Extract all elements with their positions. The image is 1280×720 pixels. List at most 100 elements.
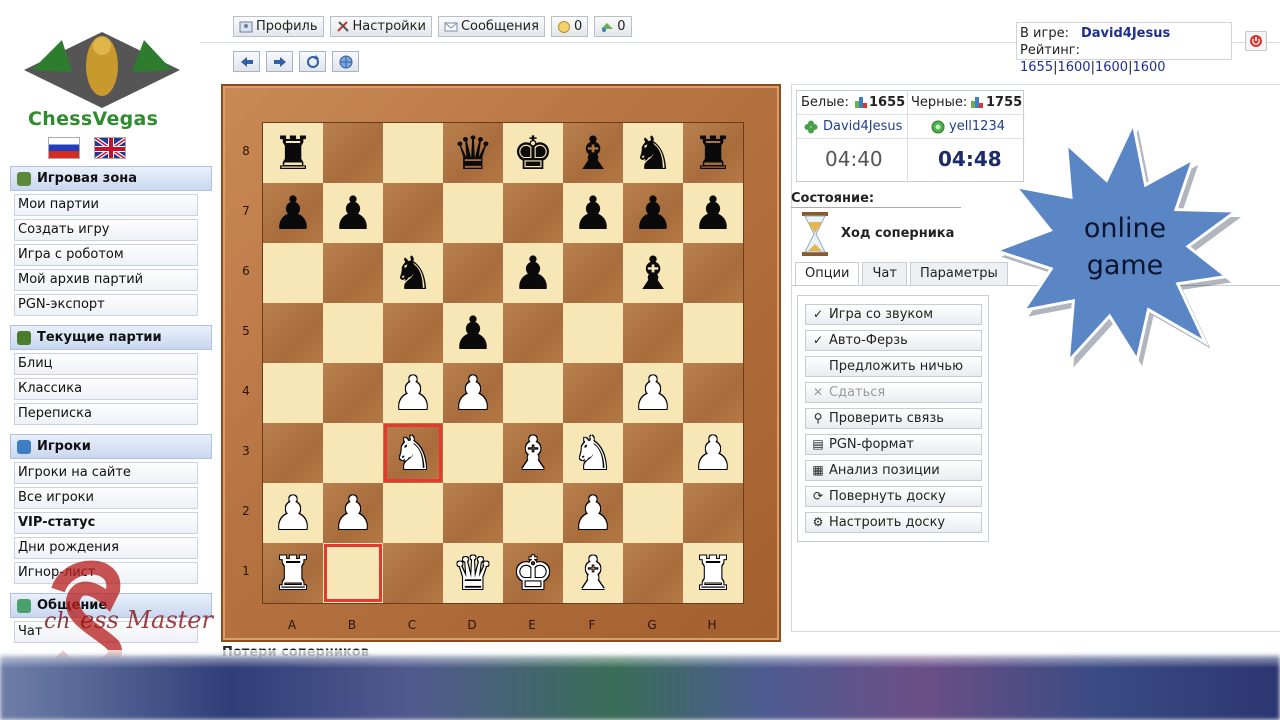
square-e5[interactable]: [503, 303, 563, 363]
square-f2[interactable]: ♟: [563, 483, 623, 543]
square-h8[interactable]: ♜: [683, 123, 743, 183]
square-b4[interactable]: [323, 363, 383, 423]
square-b3[interactable]: [323, 423, 383, 483]
logout-button[interactable]: [1245, 31, 1267, 51]
black-bishop-icon[interactable]: ♝: [572, 123, 613, 183]
black-bishop-icon[interactable]: ♝: [632, 243, 673, 303]
square-c7[interactable]: [383, 183, 443, 243]
black-queen-icon[interactable]: ♛: [452, 123, 493, 183]
square-b2[interactable]: ♟: [323, 483, 383, 543]
square-a2[interactable]: ♟: [263, 483, 323, 543]
gifts-button[interactable]: 0: [594, 16, 632, 37]
chessboard[interactable]: ♜ ♛ ♚ ♝ ♞ ♜ ♟ ♟ ♟ ♟ ♟ ♞ ♟ ♝ ♟ ♟ ♟ ♟ ♞ ♝ ♞ ♟ ♟ ♟ ♟ ♜ ♛ ♚ ♝ ♜: [262, 122, 744, 604]
white-pawn-icon[interactable]: ♟: [572, 483, 613, 543]
sidebar-item[interactable]: Дни рождения: [14, 537, 198, 559]
sidebar-item[interactable]: Игроки на сайте: [14, 462, 198, 484]
white-queen-icon[interactable]: ♛: [452, 543, 493, 603]
square-e1[interactable]: ♚: [503, 543, 563, 603]
square-c5[interactable]: [383, 303, 443, 363]
square-h5[interactable]: [683, 303, 743, 363]
white-king-icon[interactable]: ♚: [512, 543, 553, 603]
white-rook-icon[interactable]: ♜: [272, 543, 313, 603]
sidebar-item[interactable]: Создать игру: [14, 219, 198, 241]
sidebar-item[interactable]: Классика: [14, 378, 198, 400]
back-button[interactable]: [233, 51, 260, 72]
square-e2[interactable]: [503, 483, 563, 543]
white-bishop-icon[interactable]: ♝: [512, 423, 553, 483]
tab-options[interactable]: Опции: [795, 262, 860, 286]
black-rook-icon[interactable]: ♜: [692, 123, 733, 183]
square-e4[interactable]: [503, 363, 563, 423]
square-d3[interactable]: [443, 423, 503, 483]
white-bishop-icon[interactable]: ♝: [572, 543, 613, 603]
square-c3[interactable]: ♞: [383, 423, 443, 483]
forward-button[interactable]: [266, 51, 293, 72]
sidebar-section-header[interactable]: Текущие партии: [10, 325, 212, 350]
sidebar-section-header[interactable]: Игроки: [10, 434, 212, 459]
black-pawn-icon[interactable]: ♟: [572, 183, 613, 243]
option-button[interactable]: ⟳ Повернуть доску: [805, 486, 982, 507]
square-d5[interactable]: ♟: [443, 303, 503, 363]
square-f4[interactable]: [563, 363, 623, 423]
square-b1[interactable]: [323, 543, 383, 603]
square-b5[interactable]: [323, 303, 383, 363]
sidebar-section-header[interactable]: Игровая зона: [10, 166, 212, 191]
square-c6[interactable]: ♞: [383, 243, 443, 303]
square-a4[interactable]: [263, 363, 323, 423]
settings-button[interactable]: Настройки: [329, 16, 432, 37]
ru-flag-icon[interactable]: [48, 137, 80, 159]
square-e8[interactable]: ♚: [503, 123, 563, 183]
square-c4[interactable]: ♟: [383, 363, 443, 423]
option-button[interactable]: ⚙ Настроить доску: [805, 512, 982, 533]
black-king-icon[interactable]: ♚: [512, 123, 553, 183]
square-h4[interactable]: [683, 363, 743, 423]
white-pawn-icon[interactable]: ♟: [452, 363, 493, 423]
user-nick[interactable]: David4Jesus: [1081, 26, 1170, 41]
square-h1[interactable]: ♜: [683, 543, 743, 603]
square-c8[interactable]: [383, 123, 443, 183]
square-a5[interactable]: [263, 303, 323, 363]
globe-button[interactable]: [332, 51, 359, 72]
white-pawn-icon[interactable]: ♟: [632, 363, 673, 423]
square-h2[interactable]: [683, 483, 743, 543]
black-pawn-icon[interactable]: ♟: [272, 183, 313, 243]
square-a1[interactable]: ♜: [263, 543, 323, 603]
sidebar-item[interactable]: VIP-статус: [14, 512, 198, 534]
square-d8[interactable]: ♛: [443, 123, 503, 183]
square-g7[interactable]: ♟: [623, 183, 683, 243]
square-g2[interactable]: [623, 483, 683, 543]
sidebar-item[interactable]: Блиц: [14, 353, 198, 375]
black-pawn-icon[interactable]: ♟: [332, 183, 373, 243]
black-knight-icon[interactable]: ♞: [392, 243, 433, 303]
white-knight-icon[interactable]: ♞: [572, 423, 613, 483]
square-f3[interactable]: ♞: [563, 423, 623, 483]
square-a3[interactable]: [263, 423, 323, 483]
square-e7[interactable]: [503, 183, 563, 243]
sidebar-item[interactable]: Все игроки: [14, 487, 198, 509]
white-pawn-icon[interactable]: ♟: [332, 483, 373, 543]
square-f1[interactable]: ♝: [563, 543, 623, 603]
square-g8[interactable]: ♞: [623, 123, 683, 183]
refresh-button[interactable]: [299, 51, 326, 72]
square-f8[interactable]: ♝: [563, 123, 623, 183]
white-pawn-icon[interactable]: ♟: [272, 483, 313, 543]
black-knight-icon[interactable]: ♞: [632, 123, 673, 183]
square-f6[interactable]: [563, 243, 623, 303]
square-g6[interactable]: ♝: [623, 243, 683, 303]
sidebar-item[interactable]: Мои партии: [14, 194, 198, 216]
white-knight-icon[interactable]: ♞: [392, 423, 433, 483]
square-g3[interactable]: [623, 423, 683, 483]
square-h6[interactable]: [683, 243, 743, 303]
square-b6[interactable]: [323, 243, 383, 303]
white-pawn-icon[interactable]: ♟: [392, 363, 433, 423]
square-a8[interactable]: ♜: [263, 123, 323, 183]
sidebar-item[interactable]: PGN-экспорт: [14, 294, 198, 316]
black-pawn-icon[interactable]: ♟: [632, 183, 673, 243]
sidebar-item[interactable]: Игра с роботом: [14, 244, 198, 266]
profile-button[interactable]: Профиль: [233, 16, 324, 37]
option-button[interactable]: ▦ Анализ позиции: [805, 460, 982, 481]
square-d6[interactable]: [443, 243, 503, 303]
option-button[interactable]: ✓ Игра со звуком: [805, 304, 982, 325]
sidebar-item[interactable]: Мой архив партий: [14, 269, 198, 291]
black-pawn-icon[interactable]: ♟: [692, 183, 733, 243]
